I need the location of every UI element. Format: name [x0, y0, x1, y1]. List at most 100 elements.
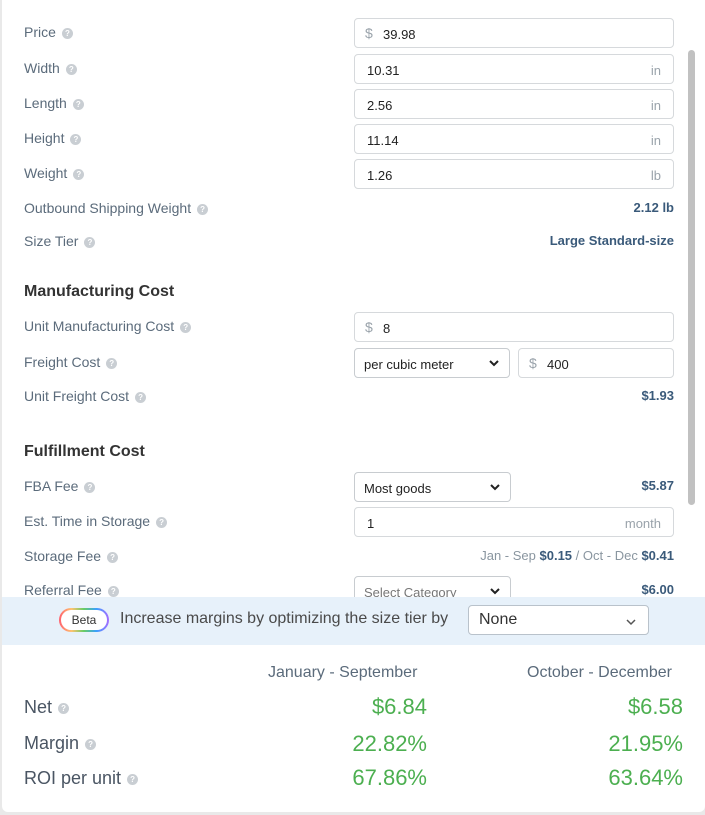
dollar-prefix: $: [365, 25, 373, 41]
referral-fee-label: Referral Fee?: [24, 582, 119, 598]
weight-label: Weight?: [24, 165, 85, 181]
unit-freight-cost-label: Unit Freight Cost?: [24, 388, 147, 404]
size-tier-row: Size Tier? Large Standard-size: [24, 227, 674, 257]
height-input[interactable]: 11.14 in: [354, 124, 674, 154]
help-icon[interactable]: ?: [72, 98, 84, 110]
width-label: Width?: [24, 60, 77, 76]
help-icon[interactable]: ?: [70, 133, 82, 145]
width-value: 10.31: [367, 63, 400, 78]
chevron-down-icon: [490, 484, 500, 491]
unit-suffix: in: [650, 98, 661, 113]
freight-cost-value: 400: [547, 357, 569, 372]
outbound-weight-label: Outbound Shipping Weight?: [24, 200, 209, 216]
outbound-weight-value: 2.12 lb: [633, 200, 674, 215]
help-icon[interactable]: ?: [65, 63, 77, 75]
scrollbar[interactable]: [688, 50, 695, 505]
beta-description: Increase margins by optimizing the size …: [120, 610, 449, 627]
unit-suffix: in: [650, 133, 661, 148]
freight-unit-selected: per cubic meter: [364, 357, 454, 372]
margin-oct-dec-value: 21.95%: [608, 731, 683, 756]
results-summary: January - September October - December N…: [2, 645, 705, 812]
unit-manufacturing-cost-value: 8: [383, 321, 391, 336]
freight-unit-select[interactable]: per cubic meter: [354, 348, 510, 378]
help-icon[interactable]: ?: [107, 551, 119, 563]
referral-fee-row: Referral Fee? Select Category $6.00: [24, 576, 674, 598]
margin-jan-sep-value: 22.82%: [352, 731, 427, 756]
beta-optimize-bar: Beta Increase margins by optimizing the …: [2, 597, 705, 645]
freight-cost-label: Freight Cost?: [24, 354, 118, 370]
roi-oct-dec-value: 63.64%: [608, 765, 683, 790]
fba-category-selected: Most goods: [364, 481, 432, 496]
price-label: Price?: [24, 24, 73, 40]
freight-cost-input[interactable]: $ 400: [518, 348, 674, 378]
referral-fee-value: $6.00: [641, 582, 674, 597]
help-icon[interactable]: ?: [107, 585, 119, 597]
fba-fee-row: FBA Fee? Most goods $5.87: [24, 472, 674, 502]
price-value: 39.98: [383, 27, 416, 42]
dollar-prefix: $: [365, 319, 373, 335]
length-row: Length? 2.56 in: [24, 89, 674, 119]
help-icon[interactable]: ?: [73, 168, 85, 180]
net-jan-sep-value: $6.84: [371, 694, 427, 719]
help-icon[interactable]: ?: [58, 702, 70, 714]
unit-suffix: month: [624, 516, 661, 531]
chevron-down-icon: [489, 360, 499, 367]
size-tier-optimize-select[interactable]: None: [468, 605, 649, 635]
beta-badge: Beta: [59, 608, 109, 632]
storage-fee-label: Storage Fee?: [24, 548, 119, 564]
help-icon[interactable]: ?: [84, 481, 96, 493]
storage-time-label: Est. Time in Storage?: [24, 513, 168, 529]
col-header-jan-sep: January - September: [268, 664, 418, 681]
unit-freight-cost-value: $1.93: [641, 388, 674, 403]
weight-input[interactable]: 1.26 lb: [354, 159, 674, 189]
profit-calculator-panel: Price? $ 39.98 Width? 10.31 in Length? 2…: [2, 0, 705, 812]
chevron-down-icon: [490, 588, 500, 595]
roi-jan-sep-value: 67.86%: [352, 765, 427, 790]
unit-freight-cost-row: Unit Freight Cost? $1.93: [24, 382, 674, 412]
storage-time-input[interactable]: 1 month: [354, 507, 674, 537]
height-label: Height?: [24, 130, 82, 146]
unit-suffix: lb: [650, 168, 661, 183]
roi-label: ROI per unit?: [24, 768, 139, 789]
height-row: Height? 11.14 in: [24, 124, 674, 154]
storage-time-value: 1: [367, 516, 375, 531]
price-input[interactable]: $ 39.98: [354, 18, 674, 48]
length-label: Length?: [24, 95, 84, 111]
manufacturing-cost-heading: Manufacturing Cost: [24, 283, 175, 300]
fba-fee-label: FBA Fee?: [24, 478, 96, 494]
outbound-weight-row: Outbound Shipping Weight? 2.12 lb: [24, 194, 674, 224]
weight-value: 1.26: [367, 168, 393, 183]
help-icon[interactable]: ?: [156, 516, 168, 528]
size-tier-optimize-selected: None: [479, 611, 518, 628]
fba-fee-value: $5.87: [641, 478, 674, 493]
freight-cost-row: Freight Cost? per cubic meter $ 400: [24, 348, 674, 378]
help-icon[interactable]: ?: [127, 773, 139, 785]
dollar-prefix: $: [529, 355, 537, 371]
net-label: Net?: [24, 697, 70, 718]
size-tier-value: Large Standard-size: [549, 233, 674, 248]
help-icon[interactable]: ?: [61, 27, 73, 39]
help-icon[interactable]: ?: [197, 203, 209, 215]
unit-manufacturing-cost-row: Unit Manufacturing Cost? $ 8: [24, 312, 674, 342]
length-value: 2.56: [367, 98, 393, 113]
price-row: Price? $ 39.98: [24, 18, 674, 48]
width-input[interactable]: 10.31 in: [354, 54, 674, 84]
help-icon[interactable]: ?: [84, 236, 96, 248]
net-oct-dec-value: $6.58: [627, 694, 683, 719]
unit-manufacturing-cost-input[interactable]: $ 8: [354, 312, 674, 342]
referral-category-select[interactable]: Select Category: [354, 576, 511, 598]
help-icon[interactable]: ?: [135, 391, 147, 403]
size-tier-label: Size Tier?: [24, 233, 96, 249]
unit-manufacturing-cost-label: Unit Manufacturing Cost?: [24, 318, 192, 334]
chevron-down-icon: [626, 619, 636, 626]
weight-row: Weight? 1.26 lb: [24, 159, 674, 189]
help-icon[interactable]: ?: [106, 357, 118, 369]
fba-category-select[interactable]: Most goods: [354, 472, 511, 502]
calculator-scroll-area[interactable]: Price? $ 39.98 Width? 10.31 in Length? 2…: [2, 0, 697, 598]
width-row: Width? 10.31 in: [24, 54, 674, 84]
help-icon[interactable]: ?: [85, 738, 97, 750]
margin-label: Margin?: [24, 733, 97, 754]
help-icon[interactable]: ?: [180, 321, 192, 333]
length-input[interactable]: 2.56 in: [354, 89, 674, 119]
storage-fee-row: Storage Fee? Jan - Sep $0.15 / Oct - Dec…: [24, 542, 674, 572]
